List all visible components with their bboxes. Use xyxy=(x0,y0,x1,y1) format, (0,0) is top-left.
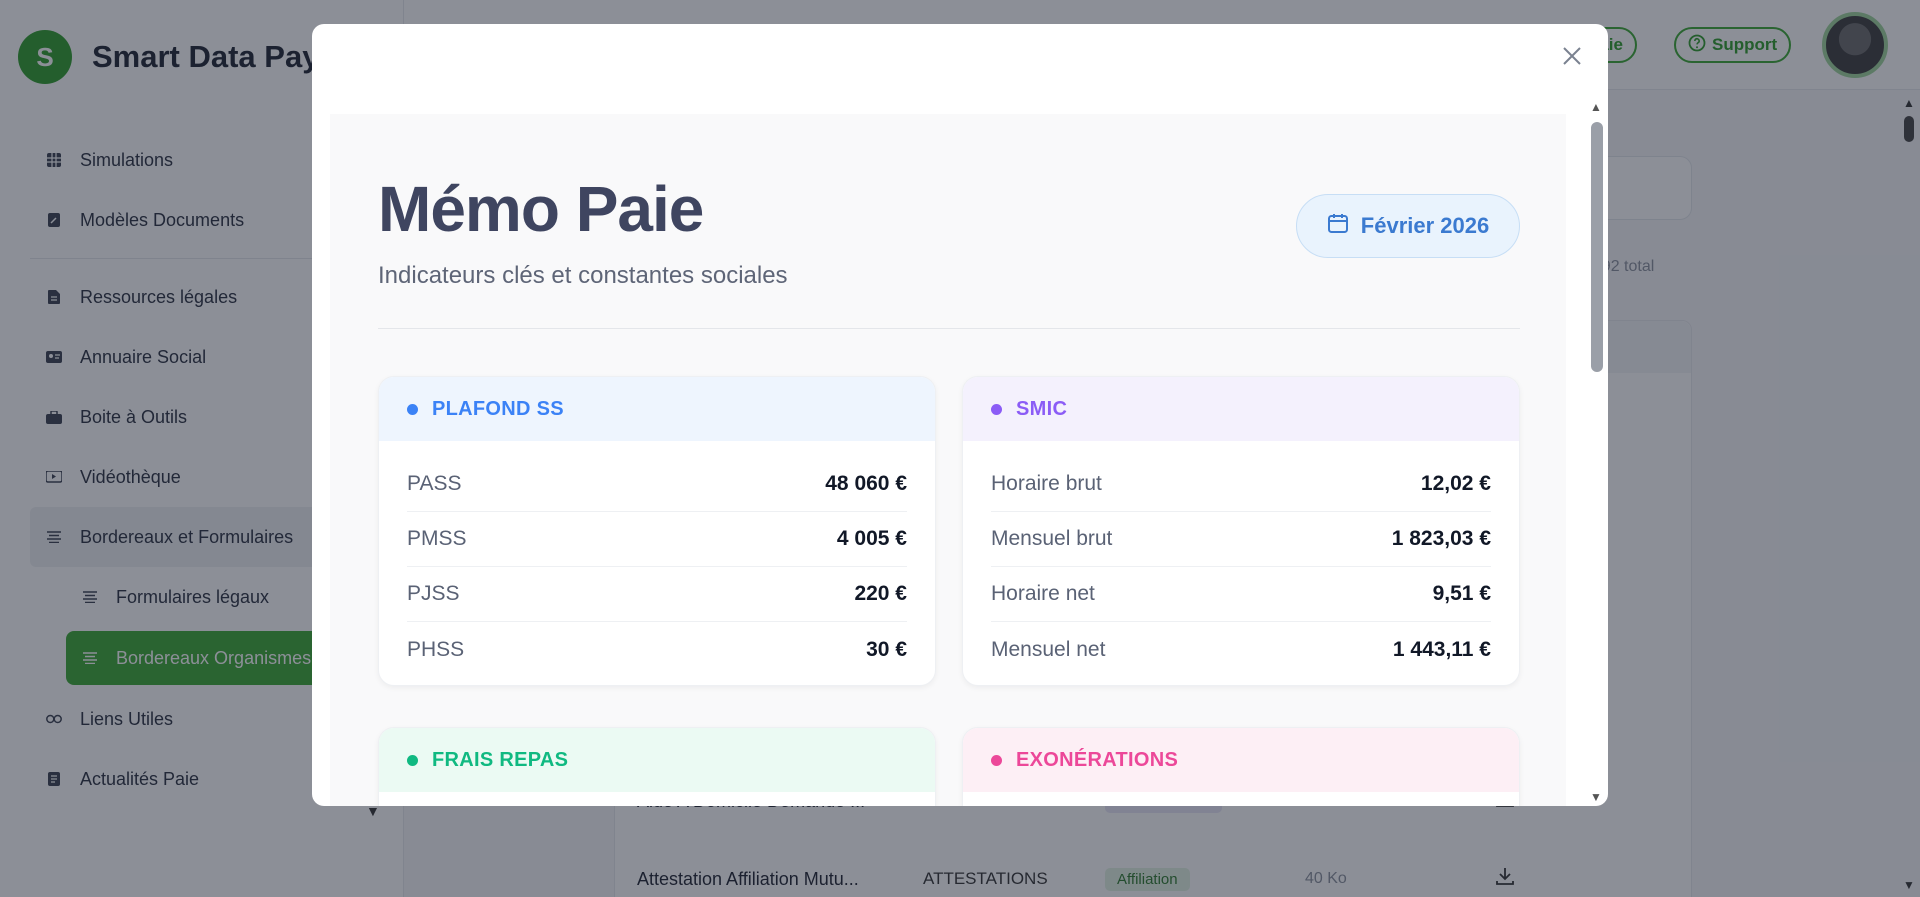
kv-row: Mensuel brut 1 823,03 € xyxy=(991,512,1491,567)
kv-row: Mensuel net 1 443,11 € xyxy=(991,622,1491,677)
card-frais-repas: FRAIS REPAS xyxy=(378,727,936,806)
scroll-thumb[interactable] xyxy=(1591,122,1603,372)
card-body: Horaire brut 12,02 € Mensuel brut 1 823,03… xyxy=(963,441,1519,685)
kv-label: PHSS xyxy=(407,637,465,661)
kv-value: 1 443,11 € xyxy=(1392,637,1491,661)
divider xyxy=(378,328,1520,329)
dot-icon xyxy=(407,754,418,766)
period-label: Février 2026 xyxy=(1360,213,1490,238)
card-header: EXONÉRATIONS xyxy=(963,728,1519,792)
memo-subtitle: Indicateurs clés et constantes sociales xyxy=(378,262,788,289)
kv-row: PASS 48 060 € xyxy=(407,457,907,512)
kv-row: PHSS 30 € xyxy=(407,622,907,677)
kv-value: 220 € xyxy=(854,582,907,605)
kv-row: PJSS 220 € xyxy=(407,567,907,622)
card-title: PLAFOND SS xyxy=(432,397,564,420)
card-title: FRAIS REPAS xyxy=(432,748,569,771)
kv-row: Horaire brut 12,02 € xyxy=(991,457,1491,512)
memo-title: Mémo Paie xyxy=(378,173,704,245)
card-body: PASS 48 060 € PMSS 4 005 € PJSS 220 € PHSS 3… xyxy=(379,441,935,685)
calendar-icon xyxy=(1327,212,1349,240)
memo-paie-modal: Mémo Paie Indicateurs clés et constantes… xyxy=(312,24,1608,806)
card-title: EXONÉRATIONS xyxy=(1016,748,1179,771)
kv-label: PJSS xyxy=(407,582,460,605)
kv-label: PMSS xyxy=(407,527,467,550)
period-badge[interactable]: Février 2026 xyxy=(1296,194,1520,258)
kv-value: 9,51 € xyxy=(1432,582,1491,605)
kv-row: PMSS 4 005 € xyxy=(407,512,907,567)
dot-icon xyxy=(991,754,1002,766)
card-title: SMIC xyxy=(1016,397,1068,420)
kv-value: 1 823,03 € xyxy=(1391,527,1491,550)
kv-value: 48 060 € xyxy=(825,472,907,495)
card-header: SMIC xyxy=(963,377,1519,441)
card-plafond-ss: PLAFOND SS PASS 48 060 € PMSS 4 005 € PJSS… xyxy=(378,376,936,686)
scroll-down-icon[interactable]: ▼ xyxy=(1590,790,1602,804)
card-smic: SMIC Horaire brut 12,02 € Mensuel brut 1 8… xyxy=(962,376,1520,686)
memo-content: Mémo Paie Indicateurs clés et constantes… xyxy=(330,114,1566,806)
kv-value: 4 005 € xyxy=(836,527,907,550)
kv-value: 12,02 € xyxy=(1420,472,1491,495)
kv-row: Horaire net 9,51 € xyxy=(991,567,1491,622)
card-exonerations: EXONÉRATIONS xyxy=(962,727,1520,806)
scroll-up-icon[interactable]: ▲ xyxy=(1590,100,1602,114)
modal-scrollbar[interactable]: ▲ ▼ xyxy=(1588,100,1604,806)
kv-label: Horaire net xyxy=(991,582,1095,605)
dot-icon xyxy=(991,403,1002,415)
card-header: FRAIS REPAS xyxy=(379,728,935,792)
kv-label: Horaire brut xyxy=(991,472,1102,495)
kv-label: Mensuel brut xyxy=(991,527,1113,550)
kv-label: PASS xyxy=(407,472,462,495)
dot-icon xyxy=(407,403,418,415)
kv-label: Mensuel net xyxy=(991,637,1106,661)
close-icon[interactable] xyxy=(1558,44,1586,72)
card-header: PLAFOND SS xyxy=(379,377,935,441)
kv-value: 30 € xyxy=(866,637,907,661)
